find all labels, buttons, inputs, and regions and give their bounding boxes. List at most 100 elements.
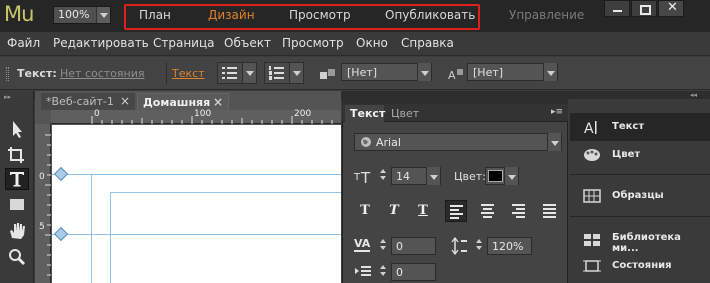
panel-item-states[interactable]: Состояния (570, 252, 710, 280)
italic-button[interactable]: T (384, 201, 404, 221)
zoom-value: 100% (58, 8, 90, 21)
chevron-down-icon[interactable] (426, 167, 440, 185)
workspace-publish[interactable]: Опубликовать (385, 8, 475, 22)
workspace-manage[interactable]: Управление (509, 8, 584, 22)
menu-page[interactable]: Страница (153, 36, 215, 50)
panel-menu-icon[interactable]: ▸≡ (551, 107, 563, 117)
bullet-list-button[interactable] (217, 62, 257, 84)
text-panel-icon: A (584, 121, 597, 135)
divider (166, 62, 167, 84)
close-button[interactable]: ✕ (658, 0, 684, 17)
panel-item-color[interactable]: Цвет (570, 141, 710, 169)
guide-line[interactable] (110, 192, 341, 193)
crop-tool-icon[interactable] (5, 144, 29, 166)
panel-item-library[interactable]: Библиотека ми... (570, 224, 710, 254)
horizontal-ruler[interactable]: 0 100 200 (35, 109, 341, 124)
chevron-down-icon[interactable] (504, 167, 518, 185)
grip-icon[interactable] (6, 67, 9, 81)
chevron-down-icon[interactable] (543, 63, 557, 81)
chevron-down-icon[interactable] (242, 63, 256, 83)
collapse-icon[interactable]: ▸▸ (4, 93, 11, 101)
selection-tool-icon[interactable] (5, 118, 29, 140)
menu-window[interactable]: Окно (356, 36, 388, 50)
underline-button[interactable]: T (413, 201, 433, 221)
tab-website[interactable]: *Веб-сайт-1 × (41, 93, 135, 110)
chevron-down-icon[interactable] (289, 63, 303, 83)
library-icon (584, 234, 600, 246)
panel-item-text[interactable]: A Текст (570, 113, 710, 141)
menu-help[interactable]: Справка (401, 36, 454, 50)
zoom-select[interactable]: 100% (53, 6, 111, 24)
font-select[interactable]: Arial (354, 133, 562, 151)
ruler-label: 200 (294, 109, 312, 119)
ruler-ticks (45, 134, 51, 276)
tab-text[interactable]: Текст (345, 105, 385, 122)
state-link[interactable]: Нет состояния (60, 67, 144, 80)
bold-button[interactable]: T (355, 201, 375, 221)
tracking-field[interactable]: 0 (391, 237, 436, 255)
paragraph-style-select[interactable]: [Нет] (341, 63, 432, 81)
color-label: Цвет: (454, 170, 486, 183)
align-right-button[interactable] (508, 200, 530, 222)
chevron-down-icon[interactable] (96, 7, 110, 23)
ruler-corner[interactable] (35, 110, 51, 124)
text-style-link[interactable]: Текст (172, 67, 205, 80)
collapse-icon[interactable]: ◂◂ (690, 91, 697, 99)
rectangle-tool-icon[interactable] (5, 194, 29, 216)
states-icon (583, 260, 601, 272)
zoom-tool-icon[interactable] (5, 246, 29, 268)
tab-home[interactable]: Домашняя × (137, 93, 229, 110)
workspace-design[interactable]: Дизайн (208, 8, 255, 22)
font-size-value: 14 (396, 170, 410, 183)
divider (570, 174, 710, 175)
leading-field[interactable]: 120% (487, 237, 532, 255)
maximize-button[interactable] (631, 0, 657, 17)
minimize-button[interactable] (604, 0, 630, 17)
align-center-button[interactable] (477, 200, 499, 222)
indent-stepper[interactable] (378, 263, 389, 280)
tracking-stepper[interactable] (378, 237, 389, 254)
character-style-icon: A (448, 69, 463, 82)
guide-line[interactable] (91, 174, 92, 283)
font-size-select[interactable]: 14 (391, 167, 441, 185)
leading-value: 120% (492, 240, 524, 253)
guide-line[interactable] (52, 234, 341, 235)
workspace-plan[interactable]: План (139, 8, 171, 22)
text-tool-button[interactable] (5, 168, 29, 190)
menu-view[interactable]: Просмотр (282, 36, 344, 50)
ruler-label: 100 (194, 109, 212, 119)
numbered-list-button[interactable] (264, 62, 304, 84)
indent-icon (355, 266, 371, 276)
page-canvas[interactable] (52, 125, 341, 283)
close-icon[interactable]: × (213, 95, 223, 109)
menu-file[interactable]: Файл (7, 36, 40, 50)
align-left-button[interactable] (445, 200, 467, 222)
font-size-icon: T T (354, 169, 371, 186)
font-value: Arial (376, 136, 401, 149)
ruler-label: 0 (39, 172, 45, 182)
indent-field[interactable]: 0 (391, 263, 436, 281)
leading-stepper[interactable] (474, 237, 485, 254)
ruler-label: 0 (94, 109, 100, 119)
swatches-icon (583, 189, 601, 203)
menu-edit[interactable]: Редактировать (53, 36, 149, 50)
workspace-preview[interactable]: Просмотр (289, 8, 351, 22)
text-color-picker[interactable] (485, 167, 519, 185)
menu-object[interactable]: Объект (224, 36, 271, 50)
close-icon[interactable]: × (120, 94, 130, 108)
dock-strip (569, 91, 710, 99)
character-style-select[interactable]: [Нет] (467, 63, 558, 81)
vertical-ruler[interactable]: 0 5 (35, 124, 51, 283)
paragraph-style-value: [Нет] (347, 66, 378, 79)
chevron-down-icon[interactable] (417, 63, 431, 81)
guide-line[interactable] (52, 174, 341, 175)
align-justify-button[interactable] (539, 200, 561, 222)
size-stepper[interactable] (378, 167, 389, 184)
panel-item-swatches[interactable]: Образцы (570, 182, 710, 210)
tab-label: Домашняя (143, 96, 211, 109)
hand-tool-icon[interactable] (5, 220, 29, 242)
guide-line[interactable] (110, 192, 111, 283)
panel-item-label: Состояния (612, 260, 672, 271)
tab-color[interactable]: Цвет (391, 107, 419, 120)
chevron-down-icon[interactable] (547, 133, 561, 151)
